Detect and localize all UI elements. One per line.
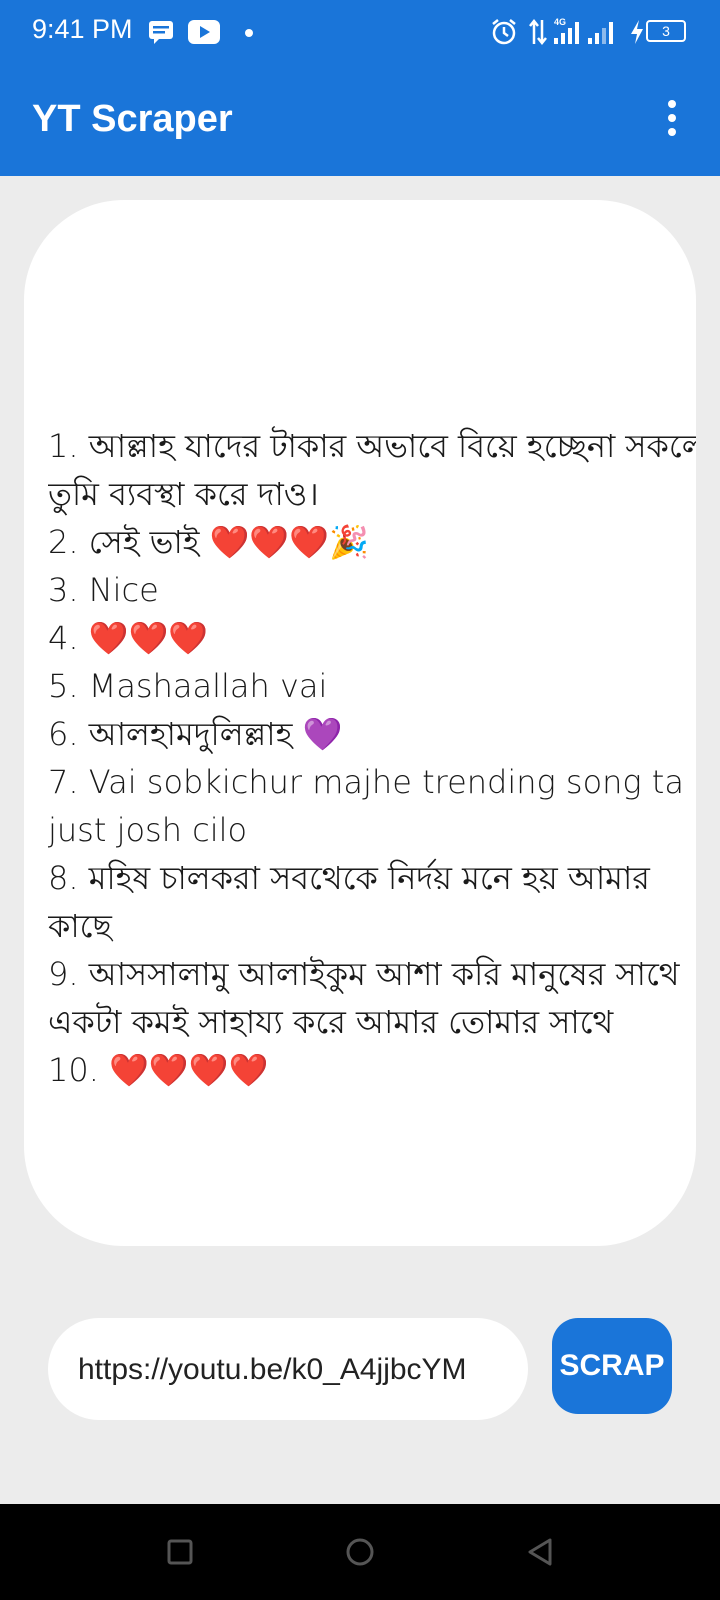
youtube-icon — [188, 20, 220, 44]
comment-line: 3. Nice — [48, 571, 159, 609]
charging-icon — [631, 20, 643, 44]
message-icon — [149, 21, 173, 44]
app-bar: YT Scraper — [0, 64, 720, 176]
recents-icon[interactable] — [160, 1532, 200, 1572]
overflow-dot-icon — [668, 128, 676, 136]
app-title: YT Scraper — [32, 98, 233, 140]
svg-text:4G: 4G — [554, 17, 566, 27]
comment-line: 1. আল্লাহ যাদের টাকার অভাবে বিয়ে হচ্ছেন… — [48, 427, 696, 465]
battery-icon: 3 — [646, 20, 686, 42]
url-input[interactable] — [76, 1344, 520, 1396]
overflow-dot-icon — [668, 100, 676, 108]
comment-line: 2. সেই ভাই ❤️❤️❤️🎉 — [48, 523, 369, 561]
url-input-container — [48, 1318, 528, 1420]
comment-line: 7. Vai sobkichur majhe trending song ta — [48, 763, 684, 801]
alarm-icon — [492, 19, 516, 45]
comment-line: তুমি ব্যবস্থা করে দাও। — [48, 475, 319, 513]
comment-line: কাছে — [48, 907, 112, 945]
comment-line: 9. আসসালামু আলাইকুম আশা করি মানুষের সাথে — [48, 955, 680, 993]
status-time: 9:41 PM — [32, 14, 133, 44]
status-bar: 9:41 PM 4G 3 — [0, 0, 720, 64]
comment-line: 10. ❤️❤️❤️❤️ — [48, 1051, 269, 1089]
signal-icon: 4G — [554, 17, 613, 44]
comments-list[interactable]: 1. আল্লাহ যাদের টাকার অভাবে বিয়ে হচ্ছেন… — [48, 422, 696, 1097]
data-arrows-icon — [529, 18, 547, 46]
battery-level: 3 — [662, 23, 670, 39]
overflow-menu-button[interactable] — [662, 100, 682, 140]
overflow-dot-icon — [668, 114, 676, 122]
back-icon[interactable] — [520, 1532, 560, 1572]
home-icon[interactable] — [340, 1532, 380, 1572]
comment-line: 5. Mashaallah vai — [48, 667, 328, 705]
comment-line: 8. মহিষ চালকরা সবথেকে নির্দয় মনে হয় আম… — [48, 859, 650, 897]
comment-line: just josh cilo — [48, 811, 248, 849]
comment-line: একটা কমই সাহায্য করে আমার তোমার সাথে — [48, 1003, 614, 1041]
comment-line: 4. ❤️❤️❤️ — [48, 619, 209, 657]
scrap-button[interactable]: SCRAP — [552, 1318, 672, 1414]
comment-line: 6. আলহামদুলিল্লাহ 💜 — [48, 715, 343, 753]
dot-icon — [245, 29, 253, 37]
results-card[interactable]: 1. আল্লাহ যাদের টাকার অভাবে বিয়ে হচ্ছেন… — [24, 200, 696, 1246]
navigation-bar — [0, 1504, 720, 1600]
